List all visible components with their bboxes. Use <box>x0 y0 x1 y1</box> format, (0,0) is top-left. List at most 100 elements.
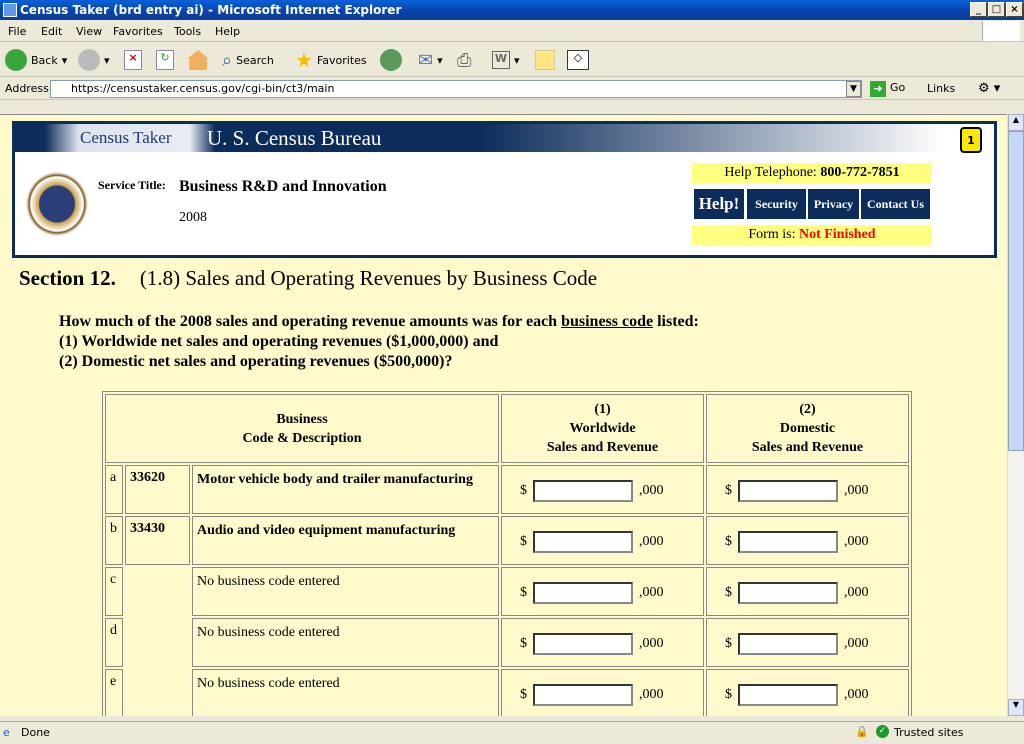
form-status-label: Form is: <box>748 227 796 242</box>
messenger-button[interactable]: ◇ <box>567 48 589 72</box>
currency-symbol: $ <box>520 636 527 651</box>
help-phone-number: 800-772-7851 <box>820 165 900 180</box>
worldwide-input[interactable] <box>533 633 633 655</box>
ie-icon <box>3 3 17 17</box>
domestic-cell: $ ,000 <box>706 516 909 565</box>
header-text: Sales and Revenue <box>751 440 864 455</box>
trusted-check-icon: ✓ <box>876 725 889 738</box>
section-title: (1.8) Sales and Operating Revenues by Bu… <box>139 266 598 290</box>
worldwide-cell: $ ,000 <box>501 618 704 667</box>
menu-file[interactable]: File <box>8 25 26 38</box>
search-icon: ⌕ <box>222 49 233 71</box>
business-code-link[interactable]: business code <box>561 313 653 330</box>
menu-help[interactable]: Help <box>215 25 240 38</box>
header-text: Business <box>276 411 328 427</box>
worldwide-input[interactable] <box>533 582 633 604</box>
go-arrow-icon: ➜ <box>870 81 886 97</box>
row-letter: c <box>105 567 123 616</box>
worldwide-cell: $ ,000 <box>501 669 704 716</box>
thousands-suffix: ,000 <box>639 483 664 498</box>
menu-tools[interactable]: Tools <box>174 25 201 38</box>
links-button[interactable]: Links <box>927 82 955 95</box>
worldwide-input[interactable] <box>533 531 633 553</box>
section-number: Section 12. <box>19 266 116 290</box>
domestic-input[interactable] <box>738 531 838 553</box>
domestic-cell: $ ,000 <box>706 465 909 514</box>
contact-us-button[interactable]: Contact Us <box>861 189 930 219</box>
address-input[interactable]: https://censustaker.census.gov/cgi-bin/c… <box>50 80 862 98</box>
form-status-value: Not Finished <box>798 227 876 242</box>
row-letter: b <box>105 516 123 565</box>
business-description: Audio and video equipment manufacturing <box>192 516 499 565</box>
table-row: a 33620 Motor vehicle body and trailer m… <box>105 465 909 514</box>
privacy-button[interactable]: Privacy <box>808 189 859 219</box>
scroll-down-button[interactable]: ▼ <box>1008 699 1024 716</box>
toolbar-extra-icon[interactable]: ⚙ ▾ <box>978 81 1000 96</box>
thousands-suffix: ,000 <box>639 687 664 702</box>
census-taker-logo: Census Taker <box>45 124 215 152</box>
worldwide-input[interactable] <box>533 684 633 706</box>
print-button[interactable]: ⎙ <box>457 48 471 72</box>
vertical-scrollbar[interactable]: ▲ ▼ <box>1007 114 1024 716</box>
security-button[interactable]: Security <box>747 189 806 219</box>
mail-button[interactable]: ✉ ▾ <box>418 48 443 72</box>
ie-page-icon: e <box>3 726 10 739</box>
status-bar: e Done 🔒 ✓ Trusted sites <box>0 721 1024 744</box>
help-telephone: Help Telephone: 800-772-7851 <box>692 163 932 183</box>
scroll-thumb[interactable] <box>1008 131 1024 451</box>
address-dropdown[interactable]: ▼ <box>846 81 861 97</box>
service-title: Business R&D and Innovation <box>179 178 387 195</box>
close-button[interactable]: × <box>1006 2 1023 17</box>
scroll-up-button[interactable]: ▲ <box>1008 114 1024 131</box>
thousands-suffix: ,000 <box>844 687 869 702</box>
question-part: How much of the 2008 sales and operating… <box>59 313 562 330</box>
question-line-3: (2) Domestic net sales and operating rev… <box>59 353 453 370</box>
back-label: Back <box>31 53 58 67</box>
window-icon: ◇ <box>567 50 589 70</box>
favorites-button[interactable]: ★ Favorites <box>295 48 367 72</box>
domestic-input[interactable] <box>738 582 838 604</box>
refresh-button[interactable]: ↻ <box>156 48 174 72</box>
domestic-cell: $ ,000 <box>706 669 909 716</box>
domestic-cell: $ ,000 <box>706 618 909 667</box>
maximize-button[interactable]: □ <box>988 2 1005 17</box>
table-row: e No business code entered $ ,000 $ ,000 <box>105 669 909 716</box>
row-letter: e <box>105 669 123 716</box>
revenue-table: Business Code & Description (1) Worldwide S… <box>102 391 912 716</box>
home-button[interactable] <box>187 48 209 72</box>
edit-button[interactable]: W ▾ <box>492 48 520 72</box>
back-button[interactable]: Back ▾ <box>5 48 67 72</box>
domestic-input[interactable] <box>738 480 838 502</box>
go-button[interactable]: ➜ Go <box>870 81 905 97</box>
history-button[interactable] <box>380 48 402 72</box>
note-icon <box>535 50 555 70</box>
minimize-button[interactable]: _ <box>970 2 987 17</box>
row-letter: d <box>105 618 123 667</box>
header-text: Sales and Revenue <box>546 440 659 455</box>
menu-edit[interactable]: Edit <box>41 25 62 38</box>
table-row: d No business code entered $ ,000 $ ,000 <box>105 618 909 667</box>
discuss-button[interactable] <box>535 48 555 72</box>
help-button[interactable]: Help! <box>694 189 744 219</box>
table-row: c No business code entered $ ,000 $ ,000 <box>105 567 909 616</box>
business-code <box>125 618 190 667</box>
stop-icon: × <box>124 50 142 70</box>
domestic-input[interactable] <box>738 684 838 706</box>
menu-bar: File Edit View Favorites Tools Help <box>0 20 1024 42</box>
section-heading: Section 12. (1.8) Sales and Operating Rev… <box>19 266 597 291</box>
business-description: No business code entered <box>192 567 499 616</box>
table-header-row: Business Code & Description (1) Worldwide S… <box>105 394 909 463</box>
windows-logo <box>982 21 1020 41</box>
stop-button[interactable]: × <box>124 48 142 72</box>
business-code: 33620 <box>125 465 190 514</box>
search-button[interactable]: ⌕ Search <box>222 48 274 72</box>
menu-favorites[interactable]: Favorites <box>113 25 163 38</box>
table-row: b 33430 Audio and video equipment manufa… <box>105 516 909 565</box>
back-arrow-icon <box>5 49 27 71</box>
worldwide-input[interactable] <box>533 480 633 502</box>
forward-button[interactable]: ▾ <box>78 48 110 72</box>
domestic-input[interactable] <box>738 633 838 655</box>
lock-icon: 1 <box>960 127 982 153</box>
menu-view[interactable]: View <box>76 25 102 38</box>
business-description: No business code entered <box>192 618 499 667</box>
